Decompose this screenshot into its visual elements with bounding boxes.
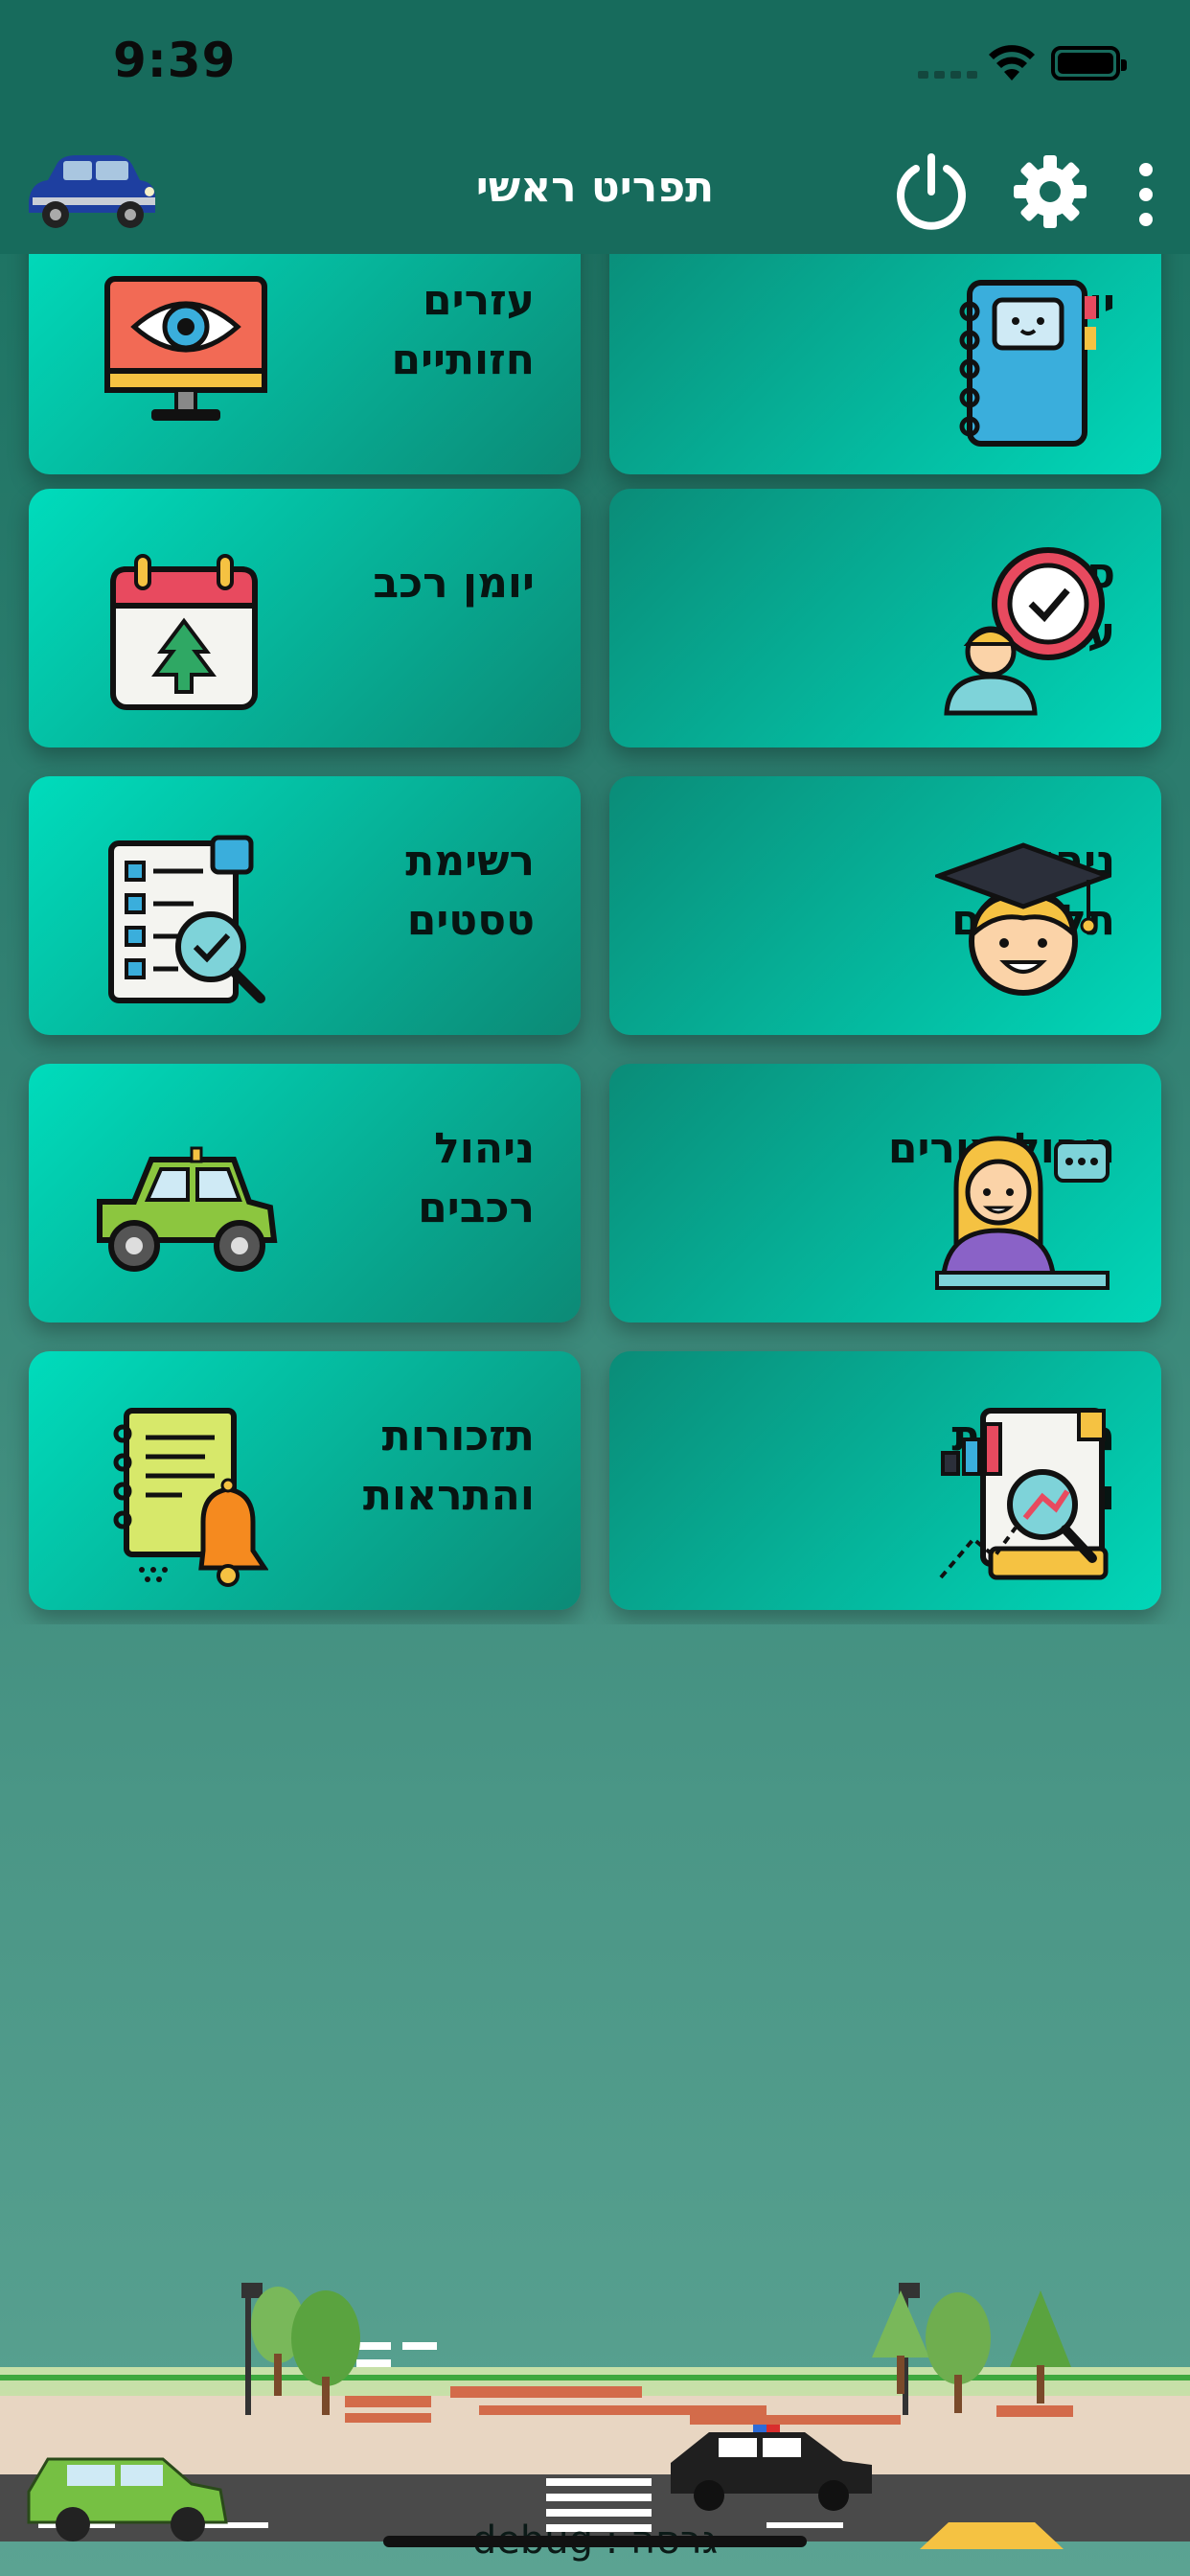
notebook-icon	[959, 280, 1096, 447]
monitor-eye-icon	[104, 276, 267, 421]
tile-diary[interactable]: יומן	[609, 254, 1161, 474]
jeep-icon	[97, 1146, 278, 1272]
tile-test-list[interactable]: רשימת טסטים	[29, 776, 581, 1035]
schedule-clock-icon	[944, 547, 1105, 716]
cellular-signal-icon	[918, 63, 977, 79]
menu-grid: יומן עזרים חזותיים סידור עבודה	[0, 254, 1190, 1624]
tile-reminders-alerts[interactable]: תזכורות והתראות	[29, 1351, 581, 1610]
tile-label: תזכורות והתראות	[362, 1412, 535, 1520]
teacher-icon	[935, 1136, 1110, 1290]
calendar-tree-icon	[110, 554, 258, 710]
power-icon[interactable]	[891, 151, 972, 232]
tile-label: יומן רכב	[373, 559, 535, 608]
status-time: 9:39	[113, 33, 237, 88]
wifi-icon	[989, 45, 1035, 80]
tile-label: ניהול רכבים	[418, 1124, 535, 1232]
tile-vehicle-diary[interactable]: יומן רכב	[29, 489, 581, 748]
more-vertical-icon[interactable]	[1136, 163, 1156, 226]
graduate-student-icon	[935, 842, 1111, 996]
tile-label: עזרים חזותיים	[391, 276, 535, 384]
tile-vehicle-management[interactable]: ניהול רכבים	[29, 1064, 581, 1322]
tile-label: רשימת טסטים	[405, 837, 535, 945]
checklist-magnifier-icon	[108, 835, 265, 1003]
gear-icon[interactable]	[1012, 153, 1088, 230]
tile-accounts-reports[interactable]: חשבונות ודוחות	[609, 1351, 1161, 1610]
status-bar: 9:39	[0, 0, 1190, 134]
tile-student-management[interactable]: ניהול תלמידים	[609, 776, 1161, 1035]
tile-work-schedule[interactable]: סידור עבודה	[609, 489, 1161, 748]
tile-visual-aids[interactable]: עזרים חזותיים	[29, 254, 581, 474]
battery-icon	[1051, 46, 1127, 80]
tile-teacher-management[interactable]: ניהול מורים	[609, 1064, 1161, 1322]
bell-notes-icon	[113, 1408, 268, 1587]
app-bar: תפריט ראשי	[0, 134, 1190, 254]
home-indicator[interactable]	[383, 2536, 807, 2547]
report-chart-icon	[939, 1408, 1109, 1580]
